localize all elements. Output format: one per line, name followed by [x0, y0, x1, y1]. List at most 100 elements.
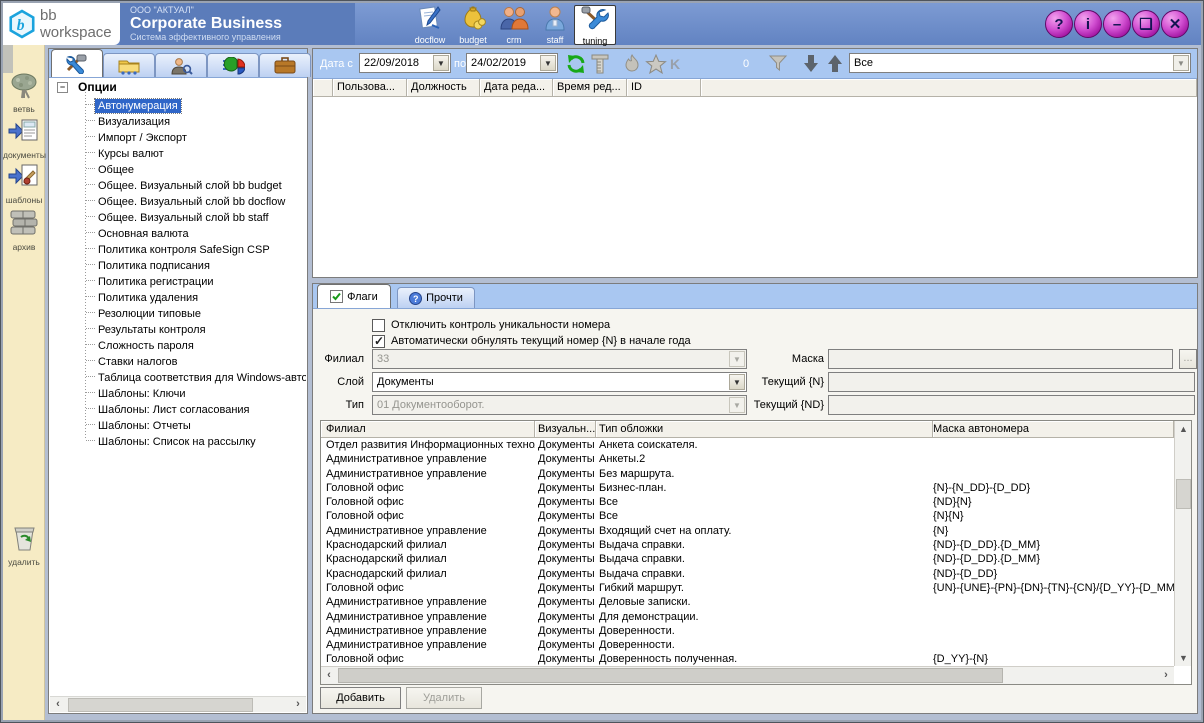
table-row[interactable]: Административное управление Документы Дл… [321, 610, 1174, 624]
sidebar-item-branch[interactable]: ветвь [3, 72, 45, 114]
tree-item[interactable]: Автонумерация [50, 96, 306, 112]
help-button[interactable]: ? [1045, 10, 1073, 38]
tree-horizontal-scrollbar[interactable]: ‹ › [50, 696, 306, 712]
history-grid-body[interactable] [313, 97, 1197, 277]
module-staff[interactable]: staff [534, 5, 576, 45]
tree-item[interactable]: Результаты контроля [50, 320, 306, 336]
close-button[interactable]: ✕ [1161, 10, 1189, 38]
delete-button[interactable]: Удалить [406, 687, 482, 709]
tree-item[interactable]: Общее. Визуальный слой bb budget [50, 176, 306, 192]
tree-item[interactable]: Курсы валют [50, 144, 306, 160]
tree-item[interactable]: Ставки налогов [50, 352, 306, 368]
chevron-down-icon[interactable]: ▼ [540, 55, 556, 71]
layer-select[interactable]: Документы ▼ [372, 372, 747, 392]
tab-shared-folder[interactable] [103, 53, 155, 77]
date-to-select[interactable]: 24/02/2019 ▼ [466, 53, 558, 73]
table-row[interactable]: Головной офис Документы Доверенность пол… [321, 652, 1174, 666]
tree-item[interactable]: Импорт / Экспорт [50, 128, 306, 144]
sidebar-item-documents[interactable]: документы [3, 118, 45, 160]
ruler-button[interactable] [591, 54, 609, 77]
info-button[interactable]: i [1074, 10, 1102, 38]
sidebar-item-delete[interactable]: удалить [3, 523, 45, 567]
column-header-mask[interactable]: Маска автономера [933, 421, 1174, 438]
tree-item[interactable]: Резолюции типовые [50, 304, 306, 320]
tab-tools[interactable] [51, 49, 103, 77]
table-row[interactable]: Административное управление Документы До… [321, 624, 1174, 638]
table-row[interactable]: Головной офис Документы Все {ND}{N} [321, 495, 1174, 509]
table-row[interactable]: Краснодарский филиал Документы Выдача сп… [321, 567, 1174, 581]
sidebar-item-templates[interactable]: шаблоны [3, 163, 45, 205]
sidebar-item-archive[interactable]: архив [3, 208, 45, 252]
column-header-user[interactable]: Пользова... [333, 79, 407, 97]
reset-number-checkbox[interactable] [372, 335, 385, 348]
move-up-button[interactable] [826, 54, 844, 76]
chevron-down-icon[interactable]: ▼ [1173, 55, 1189, 71]
favorite-button[interactable] [645, 54, 667, 77]
table-row[interactable]: Краснодарский филиал Документы Выдача сп… [321, 552, 1174, 566]
module-budget[interactable]: budget [452, 5, 494, 45]
tab-briefcase[interactable] [259, 53, 311, 77]
scroll-right-icon[interactable]: › [1158, 668, 1174, 684]
tree-item[interactable]: Общее [50, 160, 306, 176]
tree-item[interactable]: Политика подписания [50, 256, 306, 272]
refresh-button[interactable] [565, 54, 587, 77]
column-header-edit-time[interactable]: Время ред... [553, 79, 627, 97]
tree-item[interactable]: Шаблоны: Лист согласования [50, 400, 306, 416]
move-down-button[interactable] [802, 54, 820, 76]
tree-collapse-icon[interactable]: − [57, 82, 68, 93]
tree-item[interactable]: Визуализация [50, 112, 306, 128]
tree-item[interactable]: Общее. Визуальный слой bb docflow [50, 192, 306, 208]
column-header-visual[interactable]: Визуальн... [535, 421, 596, 438]
unique-number-checkbox[interactable] [372, 319, 385, 332]
tree-item[interactable]: Политика удаления [50, 288, 306, 304]
tab-read[interactable]: ? Прочти [397, 287, 475, 308]
minimize-button[interactable]: – [1103, 10, 1131, 38]
chevron-down-icon[interactable]: ▼ [729, 374, 745, 390]
tree-item[interactable]: Политика контроля SafeSign CSP [50, 240, 306, 256]
maximize-button[interactable]: ❑ [1132, 10, 1160, 38]
table-row[interactable]: Административное управление Документы Де… [321, 595, 1174, 609]
date-from-select[interactable]: 22/09/2018 ▼ [359, 53, 451, 73]
flame-button[interactable] [623, 54, 641, 77]
column-header-edit-date[interactable]: Дата реда... [480, 79, 553, 97]
column-header[interactable] [313, 79, 333, 97]
scroll-left-icon[interactable]: ‹ [321, 668, 337, 684]
module-tuning[interactable]: tuning [574, 5, 616, 45]
tree-item[interactable]: Сложность пароля [50, 336, 306, 352]
scrollbar-thumb[interactable] [1176, 479, 1191, 509]
table-row[interactable]: Административное управление Документы Вх… [321, 524, 1174, 538]
tree-item[interactable]: Шаблоны: Отчеты [50, 416, 306, 432]
tree-item[interactable]: Шаблоны: Ключи [50, 384, 306, 400]
tree-item[interactable]: Общее. Визуальный слой bb staff [50, 208, 306, 224]
scrollbar-thumb[interactable] [68, 698, 253, 712]
k-button[interactable]: K [670, 56, 680, 72]
tab-person-search[interactable] [155, 53, 207, 77]
table-row[interactable]: Головной офис Документы Бизнес-план. {N}… [321, 481, 1174, 495]
mask-browse-button[interactable]: ... [1179, 349, 1197, 369]
add-button[interactable]: Добавить [320, 687, 401, 709]
tree-item[interactable]: Основная валюта [50, 224, 306, 240]
table-row[interactable]: Отдел развития Информационных технологий… [321, 438, 1174, 452]
scroll-left-icon[interactable]: ‹ [50, 697, 66, 713]
filter-select[interactable]: Все ▼ [849, 53, 1191, 73]
table-row[interactable]: Краснодарский филиал Документы Выдача сп… [321, 538, 1174, 552]
tab-report-chart[interactable] [207, 53, 259, 77]
scroll-up-icon[interactable]: ▲ [1175, 421, 1192, 437]
table-row[interactable]: Административное управление Документы Ан… [321, 452, 1174, 466]
column-header-id[interactable]: ID [627, 79, 701, 97]
chevron-down-icon[interactable]: ▼ [433, 55, 449, 71]
tree-item[interactable]: Таблица соответствия для Windows-авто [50, 368, 306, 384]
module-crm[interactable]: crm [493, 5, 535, 45]
column-header-cover-type[interactable]: Тип обложки [596, 421, 933, 438]
table-row[interactable]: Административное управление Документы До… [321, 638, 1174, 652]
scrollbar-thumb[interactable] [338, 668, 1003, 683]
tab-flags[interactable]: Флаги [317, 284, 391, 308]
tree-item[interactable]: Политика регистрации [50, 272, 306, 288]
filter-button[interactable] [768, 54, 788, 75]
table-row[interactable]: Головной офис Документы Все {N}{N} [321, 509, 1174, 523]
column-header-filial[interactable]: Филиал [321, 421, 535, 438]
column-header-position[interactable]: Должность [407, 79, 480, 97]
table-horizontal-scrollbar[interactable]: ‹ › [321, 666, 1174, 684]
table-vertical-scrollbar[interactable]: ▲ ▼ [1174, 421, 1191, 666]
scroll-down-icon[interactable]: ▼ [1175, 650, 1192, 666]
